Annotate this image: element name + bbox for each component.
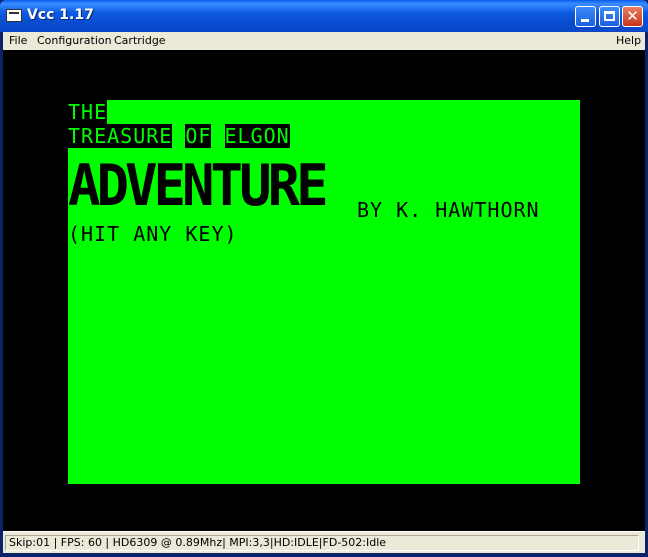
- screen-line-the: THE: [68, 100, 108, 124]
- menu-cartridge[interactable]: Cartridge: [114, 34, 166, 47]
- minimize-button[interactable]: [575, 6, 596, 27]
- status-text: Skip:01 | FPS: 60 | HD6309 @ 0.89Mhz| MP…: [5, 535, 639, 551]
- menu-configuration[interactable]: Configuration: [37, 34, 112, 47]
- window-title: Vcc 1.17: [27, 7, 94, 23]
- menu-help[interactable]: Help: [616, 34, 641, 47]
- hit-any-key-prompt: (HIT ANY KEY): [68, 222, 238, 246]
- close-icon: ✕: [626, 7, 639, 25]
- menu-bar: File Configuration Cartridge Help: [3, 32, 645, 50]
- app-icon[interactable]: [6, 9, 22, 22]
- word-treasure: TREASURE: [68, 124, 173, 148]
- word-elgon: ELGON: [224, 124, 290, 148]
- coco-display[interactable]: THE TREASURE OF ELGON ADVENTURE BY K. HA…: [68, 100, 580, 484]
- minimize-icon: [581, 19, 589, 22]
- word-of: OF: [185, 124, 212, 148]
- screen-line-treasure: TREASURE OF ELGON: [68, 124, 290, 148]
- byline: BY K. HAWTHORN: [357, 198, 540, 222]
- menu-file[interactable]: File: [9, 34, 27, 47]
- status-bar: Skip:01 | FPS: 60 | HD6309 @ 0.89Mhz| MP…: [3, 531, 645, 553]
- close-button[interactable]: ✕: [622, 6, 643, 27]
- title-bar[interactable]: Vcc 1.17 ✕: [0, 0, 648, 32]
- adventure-title: ADVENTURE: [68, 152, 329, 219]
- emulator-screen[interactable]: THE TREASURE OF ELGON ADVENTURE BY K. HA…: [3, 50, 645, 531]
- maximize-icon: [604, 11, 615, 21]
- emulator-window: Vcc 1.17 ✕ File Configuration Cartridge …: [0, 0, 648, 557]
- maximize-button[interactable]: [599, 6, 620, 27]
